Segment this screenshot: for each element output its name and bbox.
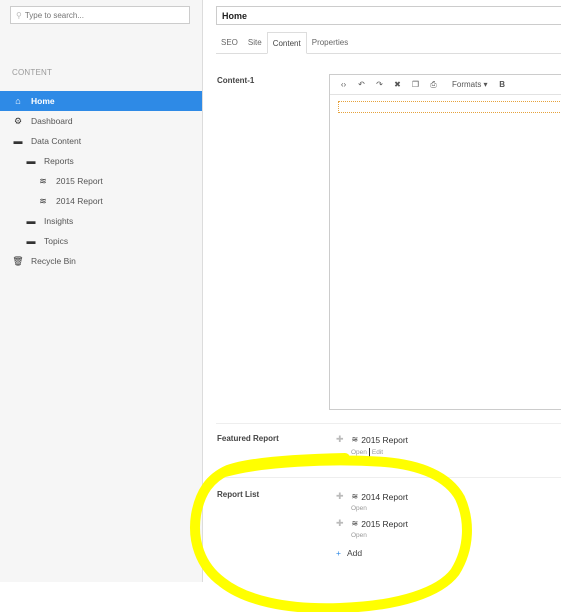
tree-item-topics[interactable]: ▬ Topics bbox=[0, 231, 202, 251]
featured-report-label: Featured Report bbox=[217, 434, 279, 443]
report-list-item-actions: Open bbox=[351, 532, 367, 539]
featured-report-actions: Open Edit bbox=[351, 448, 383, 457]
report-icon: ≋ bbox=[351, 519, 359, 528]
drag-handle-icon[interactable]: ✚ bbox=[336, 518, 344, 529]
tree-item-label: Dashboard bbox=[31, 116, 73, 126]
tree-item-label: Reports bbox=[44, 156, 74, 166]
folder-icon: ▬ bbox=[26, 216, 36, 226]
formats-dropdown[interactable]: Formats ▾ bbox=[448, 80, 492, 89]
section-title: CONTENT bbox=[12, 68, 53, 77]
tree-item-dashboard[interactable]: ⚙ Dashboard bbox=[0, 111, 202, 131]
undo-icon[interactable]: ↶ bbox=[354, 80, 369, 89]
tree-item-recycle-bin[interactable]: 🗑 Recycle Bin bbox=[0, 251, 202, 271]
divider bbox=[216, 423, 561, 424]
tab-site[interactable]: Site bbox=[243, 32, 267, 54]
highlight-ellipse bbox=[190, 453, 472, 612]
tab-seo[interactable]: SEO bbox=[216, 32, 243, 54]
tree-item-label: Home bbox=[31, 96, 55, 106]
folder-icon: ▬ bbox=[26, 156, 36, 166]
folder-icon: ▬ bbox=[26, 236, 36, 246]
drag-handle-icon[interactable]: ✚ bbox=[336, 491, 344, 502]
page-title[interactable]: Home bbox=[216, 6, 561, 25]
rich-text-editor[interactable]: ‹› ↶ ↷ ✖ ❐ ⎙ Formats ▾ B bbox=[329, 74, 561, 410]
cut-icon[interactable]: ✖ bbox=[390, 80, 405, 89]
editor-toolbar: ‹› ↶ ↷ ✖ ❐ ⎙ Formats ▾ B bbox=[330, 75, 561, 95]
search-icon: ⚲ bbox=[16, 11, 22, 20]
redo-icon[interactable]: ↷ bbox=[372, 80, 387, 89]
source-code-icon[interactable]: ‹› bbox=[336, 80, 351, 89]
report-icon: ≋ bbox=[39, 195, 47, 206]
open-link[interactable]: Open bbox=[351, 505, 367, 512]
tree-item-2015-report[interactable]: ≋ 2015 Report bbox=[0, 171, 202, 191]
search-box[interactable]: ⚲ bbox=[10, 6, 190, 24]
featured-report-item: ✚ ≋ 2015 Report bbox=[336, 434, 408, 445]
tree-item-2014-report[interactable]: ≋ 2014 Report bbox=[0, 191, 202, 211]
tree-item-label: Topics bbox=[44, 236, 69, 246]
plus-icon: + bbox=[336, 548, 341, 558]
tab-bar: SEO Site Content Properties bbox=[216, 32, 561, 54]
content-1-label: Content-1 bbox=[217, 76, 255, 85]
add-button[interactable]: + Add bbox=[336, 548, 362, 558]
tree-item-data-content[interactable]: ▬ Data Content bbox=[0, 131, 202, 151]
content-placeholder[interactable] bbox=[338, 101, 561, 113]
add-label: Add bbox=[346, 548, 363, 558]
report-list-item-actions: Open bbox=[351, 505, 367, 512]
picker-item-name: 2015 Report bbox=[361, 518, 409, 529]
home-icon: ⌂ bbox=[15, 96, 21, 106]
bold-button[interactable]: B bbox=[495, 80, 510, 89]
trash-icon: 🗑 bbox=[12, 255, 24, 266]
folder-icon: ▬ bbox=[13, 136, 23, 146]
picker-item-name: 2014 Report bbox=[361, 491, 409, 502]
tab-content[interactable]: Content bbox=[266, 32, 307, 54]
tree-item-label: Insights bbox=[44, 216, 74, 226]
edit-link[interactable]: Edit bbox=[372, 449, 383, 456]
tree-item-label: Data Content bbox=[31, 136, 82, 146]
tree-item-label: Recycle Bin bbox=[31, 256, 76, 266]
report-icon: ≋ bbox=[351, 492, 359, 501]
report-list-item: ✚ ≋ 2015 Report bbox=[336, 518, 408, 529]
tree-item-insights[interactable]: ▬ Insights bbox=[0, 211, 202, 231]
report-list-item: ✚ ≋ 2014 Report bbox=[336, 491, 408, 502]
open-link[interactable]: Open bbox=[351, 449, 367, 456]
report-icon: ≋ bbox=[351, 435, 359, 444]
tree-item-label: 2015 Report bbox=[56, 176, 103, 186]
tab-properties[interactable]: Properties bbox=[307, 32, 353, 54]
dashboard-icon: ⚙ bbox=[13, 115, 23, 126]
search-input[interactable] bbox=[24, 11, 175, 20]
tree-item-label: 2014 Report bbox=[56, 196, 103, 206]
tree-item-reports[interactable]: ▬ Reports bbox=[0, 151, 202, 171]
copy-icon[interactable]: ❐ bbox=[408, 80, 423, 89]
drag-handle-icon[interactable]: ✚ bbox=[336, 434, 344, 445]
open-link[interactable]: Open bbox=[351, 532, 367, 539]
report-icon: ≋ bbox=[39, 175, 47, 186]
text-cursor bbox=[368, 448, 370, 457]
content-tree-panel: ⚲ CONTENT ⌂ Home ⚙ Dashboard ▬ Data Content… bbox=[0, 0, 203, 582]
report-list-label: Report List bbox=[217, 490, 260, 499]
paste-icon[interactable]: ⎙ bbox=[426, 80, 441, 90]
divider bbox=[216, 477, 561, 478]
tree-item-home[interactable]: ⌂ Home bbox=[0, 91, 202, 111]
picker-item-name: 2015 Report bbox=[361, 434, 409, 445]
